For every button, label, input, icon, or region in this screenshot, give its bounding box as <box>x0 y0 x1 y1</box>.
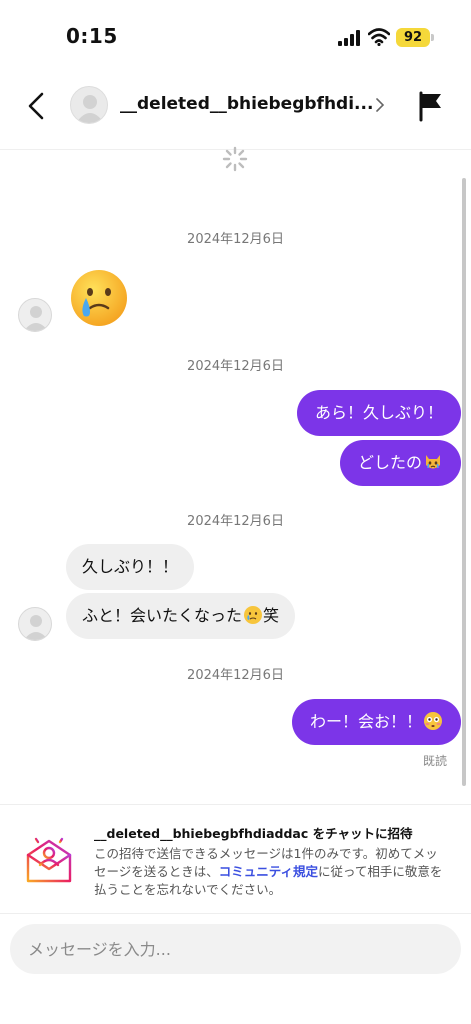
incoming-message[interactable]: ふと！会いたくなった 笑 <box>66 593 296 639</box>
date-separator: 2024年12月6日 <box>187 232 284 247</box>
sender-avatar[interactable] <box>18 607 52 641</box>
message-text: どしたの <box>357 453 422 472</box>
report-flag-button[interactable] <box>416 90 446 122</box>
status-time: 0:15 <box>66 24 118 48</box>
crying-cat-emoji-icon <box>426 455 440 469</box>
battery-tip <box>431 34 434 41</box>
message-composer[interactable] <box>10 924 461 974</box>
default-avatar-icon <box>76 95 104 123</box>
invite-description: この招待で送信できるメッセージは1件のみです。初めてメッセージを送るときは、コミ… <box>94 845 444 899</box>
community-guidelines-link[interactable]: コミュニティ規定 <box>219 864 318 879</box>
outgoing-message[interactable]: あら！久しぶり！ <box>296 390 461 436</box>
sender-avatar[interactable] <box>18 298 52 332</box>
date-separator: 2024年12月6日 <box>187 359 284 374</box>
message-text: 久しぶり！！ <box>82 557 179 576</box>
contact-avatar[interactable] <box>70 86 108 124</box>
message-text: あら！久しぶり！ <box>314 403 443 422</box>
scrollbar[interactable] <box>462 178 466 786</box>
chat-header: __deleted__bhiebegbfhdi... <box>0 70 471 150</box>
incoming-message[interactable]: 久しぶり！！ <box>66 544 195 590</box>
outgoing-message[interactable]: わー！会お！！ <box>291 699 461 745</box>
contact-name[interactable]: __deleted__bhiebegbfhdi... <box>120 94 372 114</box>
date-separator: 2024年12月6日 <box>187 514 284 529</box>
battery-indicator: 92 <box>396 28 430 47</box>
read-receipt: 既読 <box>422 754 447 768</box>
invite-banner: __deleted__bhiebegbfhdiaddac をチャットに招待 この… <box>0 804 471 914</box>
default-avatar-icon <box>23 615 49 640</box>
face-holding-back-tears-emoji-icon <box>71 270 127 326</box>
status-bar: 0:15 92 <box>0 0 471 70</box>
face-holding-back-tears-emoji-icon <box>244 606 263 624</box>
invite-title: __deleted__bhiebegbfhdiaddac をチャットに招待 <box>94 826 413 841</box>
outgoing-message[interactable]: どしたの <box>339 440 461 486</box>
invite-envelope-icon <box>26 833 72 883</box>
message-text: ふと！会いたくなった <box>82 606 243 625</box>
back-button[interactable] <box>20 88 56 124</box>
message-input[interactable] <box>28 924 448 974</box>
wifi-icon <box>368 28 390 46</box>
chevron-right-icon[interactable] <box>374 96 386 114</box>
message-text: わー！会お！！ <box>309 712 422 731</box>
message-text-suffix: 笑 <box>263 606 280 625</box>
date-separator: 2024年12月6日 <box>187 668 284 683</box>
default-avatar-icon <box>23 306 49 331</box>
flushed-face-emoji-icon <box>424 712 442 730</box>
signal-icon <box>338 30 360 46</box>
loading-spinner-icon <box>222 146 248 172</box>
